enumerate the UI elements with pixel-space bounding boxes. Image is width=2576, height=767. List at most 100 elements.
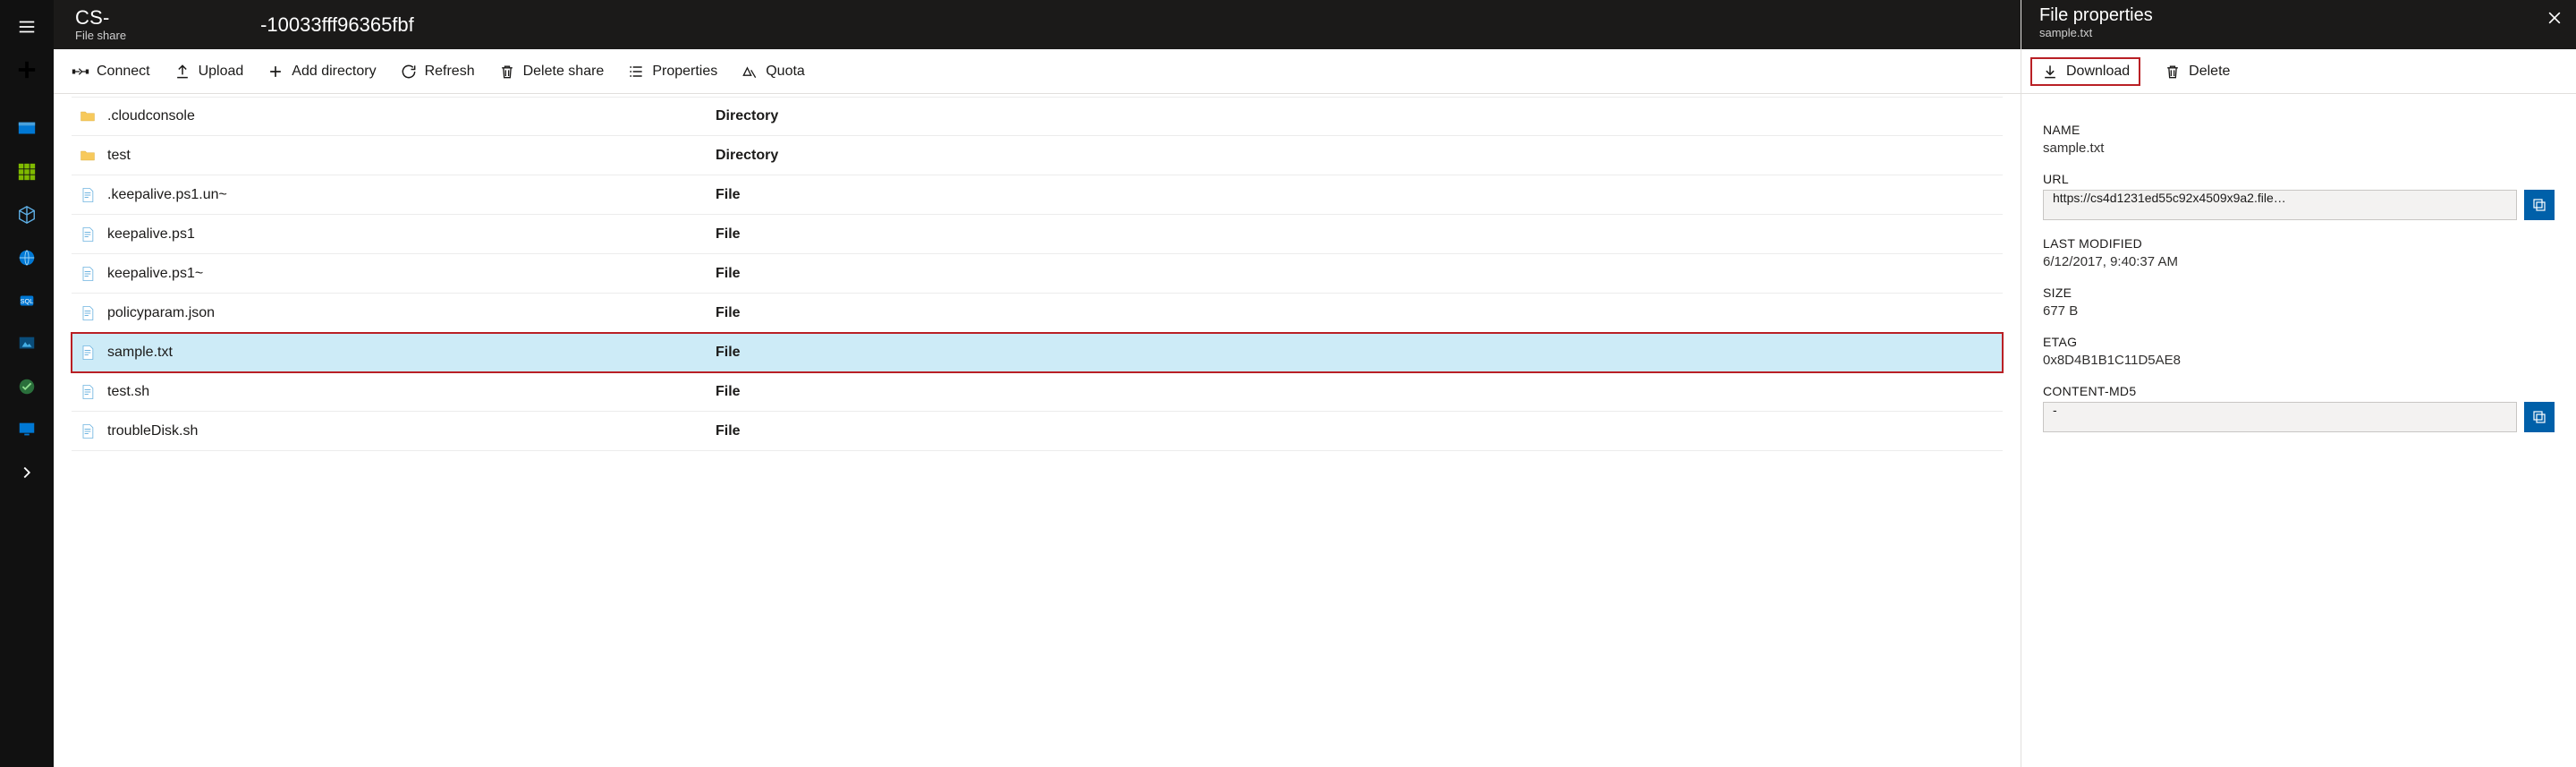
delete-share-button[interactable]: Delete share bbox=[498, 63, 605, 81]
close-icon[interactable] bbox=[2546, 9, 2563, 31]
file-row[interactable]: keepalive.ps1~ File bbox=[72, 254, 2003, 294]
file-icon bbox=[79, 265, 97, 283]
sql-icon[interactable] bbox=[0, 279, 54, 322]
etag-value: 0x8D4B1B1C11D5AE8 bbox=[2043, 353, 2555, 368]
copy-url-button[interactable] bbox=[2524, 190, 2555, 220]
size-value: 677 B bbox=[2043, 303, 2555, 319]
file-properties-pane: File properties sample.txt Download Dele… bbox=[2021, 0, 2576, 767]
etag-label: ETAG bbox=[2043, 335, 2555, 349]
url-value[interactable]: https://cs4d1231ed55c92x4509x9a2.file… bbox=[2043, 190, 2517, 220]
delete-file-button[interactable]: Delete bbox=[2164, 63, 2230, 81]
size-label: SIZE bbox=[2043, 285, 2555, 300]
refresh-button[interactable]: Refresh bbox=[400, 63, 475, 81]
name-label: NAME bbox=[2043, 123, 2555, 137]
file-type: File bbox=[716, 187, 894, 203]
file-type: File bbox=[716, 305, 894, 321]
add-directory-label: Add directory bbox=[292, 64, 376, 80]
file-type: File bbox=[716, 266, 894, 282]
file-name: .cloudconsole bbox=[107, 108, 195, 124]
refresh-label: Refresh bbox=[425, 64, 475, 80]
file-name: .keepalive.ps1.un~ bbox=[107, 187, 227, 203]
file-list: .cloudconsole Directory test Directory .keep… bbox=[54, 94, 2021, 767]
file-row[interactable]: policyparam.json File bbox=[72, 294, 2003, 333]
properties-toolbar: Download Delete bbox=[2021, 49, 2576, 94]
template-icon[interactable] bbox=[0, 322, 54, 365]
file-row[interactable]: sample.txtFile bbox=[72, 333, 2003, 372]
connect-button[interactable]: Connect bbox=[72, 63, 150, 81]
file-name: test.sh bbox=[107, 384, 149, 400]
file-icon bbox=[79, 383, 97, 401]
blade-subtitle: File share bbox=[75, 30, 126, 43]
properties-button[interactable]: Properties bbox=[627, 63, 717, 81]
file-icon bbox=[79, 422, 97, 440]
file-name: policyparam.json bbox=[107, 305, 215, 321]
copy-md5-button[interactable] bbox=[2524, 402, 2555, 432]
folder-icon bbox=[79, 107, 97, 125]
name-value: sample.txt bbox=[2043, 141, 2555, 156]
dashboard-icon[interactable] bbox=[0, 107, 54, 150]
globe-icon[interactable] bbox=[0, 236, 54, 279]
blade-title-suffix: -10033fff96365fbf bbox=[260, 13, 414, 37]
add-directory-icon bbox=[267, 63, 284, 81]
download-icon bbox=[2041, 63, 2059, 81]
file-icon bbox=[79, 304, 97, 322]
upload-button[interactable]: Upload bbox=[174, 63, 244, 81]
file-name: sample.txt bbox=[107, 345, 173, 361]
blade-header: CS- File share -10033fff96365fbf bbox=[54, 0, 2021, 49]
left-sidebar bbox=[0, 0, 54, 767]
refresh-icon bbox=[400, 63, 418, 81]
blade-title: CS- bbox=[75, 6, 126, 29]
file-name: test bbox=[107, 148, 131, 164]
md5-value[interactable]: - bbox=[2043, 402, 2517, 432]
file-type: Directory bbox=[716, 148, 894, 164]
monitor-icon[interactable] bbox=[0, 408, 54, 451]
cube-icon[interactable] bbox=[0, 193, 54, 236]
file-icon bbox=[79, 226, 97, 243]
upload-label: Upload bbox=[199, 64, 244, 80]
md5-label: CONTENT-MD5 bbox=[2043, 384, 2555, 398]
file-row[interactable]: keepalive.ps1 File bbox=[72, 215, 2003, 254]
properties-subtitle: sample.txt bbox=[2039, 26, 2546, 39]
connect-icon bbox=[72, 63, 89, 81]
file-type: Directory bbox=[716, 108, 894, 124]
properties-title: File properties bbox=[2039, 5, 2546, 26]
last-modified-label: LAST MODIFIED bbox=[2043, 236, 2555, 251]
menu-icon[interactable] bbox=[0, 5, 54, 48]
file-type: File bbox=[716, 226, 894, 243]
download-button[interactable]: Download bbox=[2030, 57, 2140, 86]
blade-toolbar: Connect Upload Add directory Refresh Del… bbox=[54, 49, 2021, 94]
file-name: keepalive.ps1 bbox=[107, 226, 195, 243]
quota-button[interactable]: Quota bbox=[741, 63, 805, 81]
quota-label: Quota bbox=[766, 64, 805, 80]
file-icon bbox=[79, 344, 97, 362]
file-row[interactable]: test.sh File bbox=[72, 372, 2003, 412]
properties-icon bbox=[627, 63, 645, 81]
properties-header: File properties sample.txt bbox=[2021, 0, 2576, 49]
folder-icon bbox=[79, 147, 97, 165]
file-type: File bbox=[716, 384, 894, 400]
file-icon bbox=[79, 186, 97, 204]
trash-icon bbox=[498, 63, 516, 81]
file-name: keepalive.ps1~ bbox=[107, 266, 203, 282]
file-row[interactable]: test Directory bbox=[72, 136, 2003, 175]
add-resource-icon[interactable] bbox=[0, 48, 54, 91]
add-directory-button[interactable]: Add directory bbox=[267, 63, 376, 81]
all-services-icon[interactable] bbox=[0, 150, 54, 193]
delete-share-label: Delete share bbox=[523, 64, 605, 80]
upload-icon bbox=[174, 63, 191, 81]
delete-file-label: Delete bbox=[2189, 64, 2230, 80]
file-row[interactable]: .keepalive.ps1.un~ File bbox=[72, 175, 2003, 215]
file-row[interactable]: troubleDisk.sh File bbox=[72, 412, 2003, 451]
file-name: troubleDisk.sh bbox=[107, 423, 198, 439]
file-row[interactable]: .cloudconsole Directory bbox=[72, 97, 2003, 136]
quota-icon bbox=[741, 63, 758, 81]
file-type: File bbox=[716, 423, 894, 439]
last-modified-value: 6/12/2017, 9:40:37 AM bbox=[2043, 254, 2555, 269]
connect-label: Connect bbox=[97, 64, 150, 80]
expand-chevron-icon[interactable] bbox=[0, 451, 54, 494]
download-label: Download bbox=[2066, 64, 2130, 80]
url-label: URL bbox=[2043, 172, 2555, 186]
mgmt-icon[interactable] bbox=[0, 365, 54, 408]
properties-body: NAME sample.txt URL https://cs4d1231ed55… bbox=[2021, 94, 2576, 448]
properties-label: Properties bbox=[652, 64, 717, 80]
